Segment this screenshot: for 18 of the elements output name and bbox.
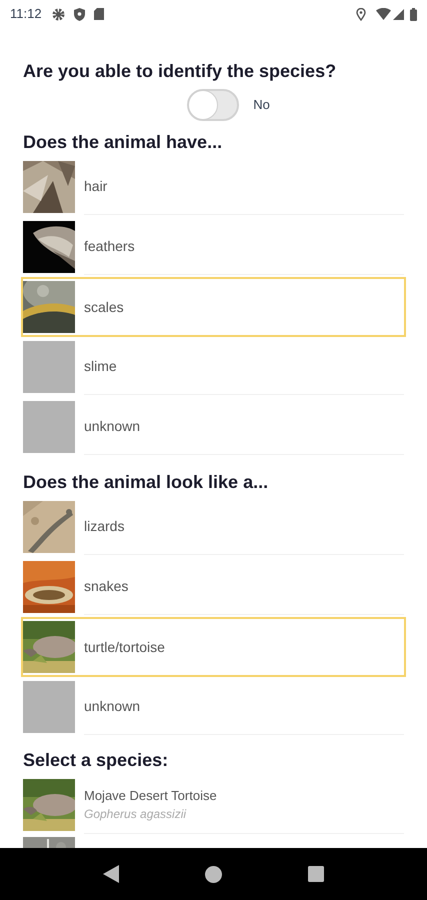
option-row[interactable]: snakes (21, 557, 406, 617)
status-time: 11:12 (10, 5, 42, 24)
option-row[interactable]: scales (21, 277, 406, 337)
species-row[interactable]: Mojave Desert Tortoise Gopherus agassizii (23, 776, 404, 834)
option-row[interactable]: hair (21, 157, 406, 217)
option-row[interactable]: unknown (21, 397, 406, 457)
option-row[interactable]: slime (21, 337, 406, 397)
section-heading: Does the animal have... (23, 131, 224, 154)
section-heading: Does the animal look like a... (23, 471, 270, 494)
option-row[interactable]: lizards (21, 497, 406, 557)
option-row[interactable]: turtle/tortoise (21, 617, 406, 677)
section-heading: Are you able to identify the species? (23, 60, 338, 83)
section-heading: Select a species: (23, 749, 170, 772)
species-name: Mojave Desert Tortoise (84, 786, 218, 805)
option-row[interactable]: feathers (21, 217, 406, 277)
species-latin-name: Gopherus agassizii (84, 806, 188, 824)
option-row[interactable]: unknown (21, 677, 406, 737)
toggle-label: No (253, 96, 270, 114)
